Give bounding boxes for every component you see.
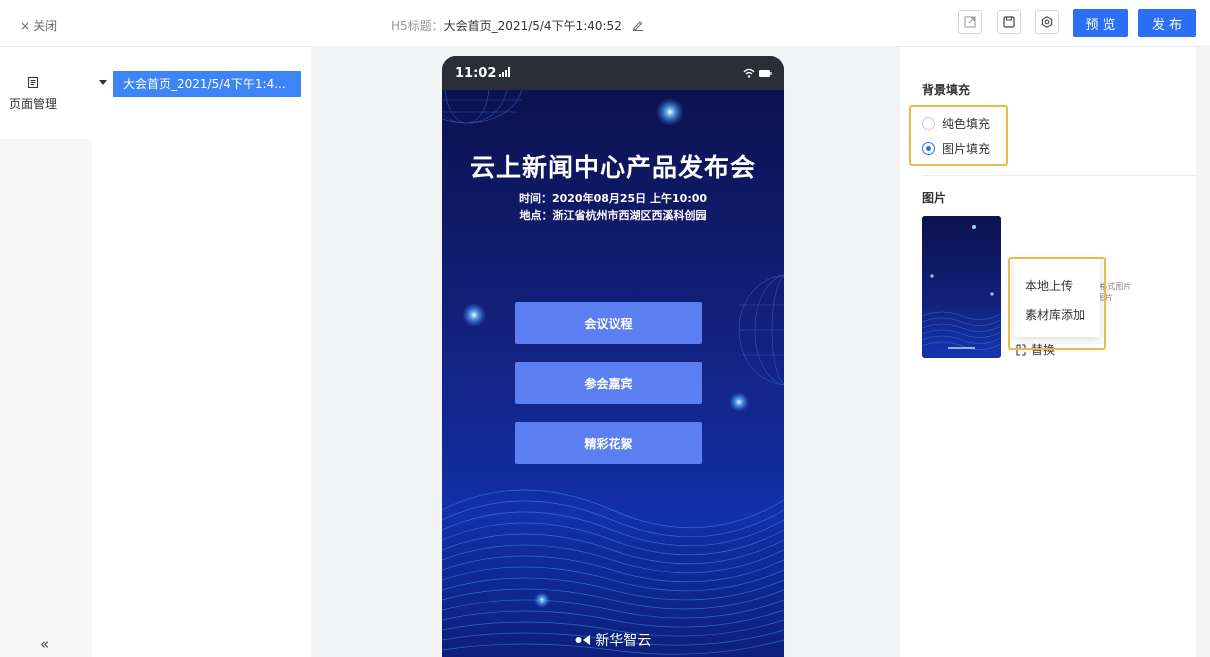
publish-button[interactable]: 发布	[1138, 9, 1196, 37]
phone-preview[interactable]: 11:02 云上新闻中心产品发布会 时间：2020年08月25日 上午10:00…	[442, 56, 784, 657]
signal-icon	[499, 67, 510, 77]
brand-logo-text: 新华智云	[595, 633, 652, 649]
image-section-title: 图片	[922, 191, 947, 205]
phone-time: 11:02	[455, 66, 497, 81]
event-info: 时间：2020年08月25日 上午10:00 地点：浙江省杭州市西湖区西溪科创园	[442, 190, 784, 224]
preview-button[interactable]: 预览	[1073, 9, 1128, 37]
rail-item-page-manage[interactable]: 页面管理	[0, 47, 92, 139]
editor-canvas: 11:02 云上新闻中心产品发布会 时间：2020年08月25日 上午10:00…	[311, 47, 900, 657]
properties-panel: 背景填充 纯色填充 图片填充 图片 j格式图片 图片 替换 本地上传 素材库添加	[900, 47, 1196, 657]
close-button[interactable]: × 关闭	[20, 17, 57, 34]
highlight-box	[909, 105, 1008, 166]
highlights-button[interactable]: 精彩花絮	[515, 422, 702, 464]
title-label: H5标题：	[391, 19, 444, 33]
top-bar: × 关闭 H5标题：大会首页_2021/5/4下午1:40:52 预览 发布	[0, 0, 1210, 47]
left-rail: 页面管理 «	[0, 47, 92, 657]
brand-logo-icon	[575, 635, 590, 645]
wifi-battery-icon	[743, 68, 772, 78]
page-manage-label: 页面管理	[8, 97, 57, 111]
external-link-icon[interactable]	[958, 10, 982, 34]
close-icon: ×	[20, 19, 31, 33]
collapse-icon[interactable]: «	[40, 635, 49, 653]
page-manage-icon	[28, 77, 38, 88]
edit-title-icon[interactable]	[632, 19, 644, 31]
page-tree: 大会首页_2021/5/4下午1:4...	[92, 47, 311, 657]
h5-title: H5标题：大会首页_2021/5/4下午1:40:52	[391, 17, 644, 34]
divider	[922, 175, 1196, 176]
bg-fill-title: 背景填充	[922, 83, 971, 97]
thumbnail-image	[922, 216, 1001, 358]
save-icon[interactable]	[997, 10, 1021, 34]
event-place: 地点：浙江省杭州市西湖区西溪科创园	[519, 209, 707, 222]
event-time: 时间：2020年08月25日 上午10:00	[518, 192, 708, 205]
rail-item: 页面管理	[0, 77, 92, 112]
scrollbar[interactable]	[1196, 47, 1210, 657]
tree-node-page[interactable]: 大会首页_2021/5/4下午1:4...	[113, 71, 301, 97]
caret-down-icon[interactable]	[99, 80, 107, 85]
agenda-button[interactable]: 会议议程	[515, 302, 702, 344]
background-thumbnail[interactable]	[922, 216, 1001, 358]
brand-logo: 新华智云	[442, 630, 784, 650]
title-value: 大会首页_2021/5/4下午1:40:52	[443, 19, 622, 33]
phone-status-bar: 11:02	[442, 56, 784, 90]
highlight-box	[1008, 257, 1106, 350]
guests-button[interactable]: 参会嘉宾	[515, 362, 702, 404]
close-label: 关闭	[33, 19, 58, 33]
event-title: 云上新闻中心产品发布会	[469, 153, 756, 182]
settings-icon[interactable]	[1035, 10, 1059, 34]
